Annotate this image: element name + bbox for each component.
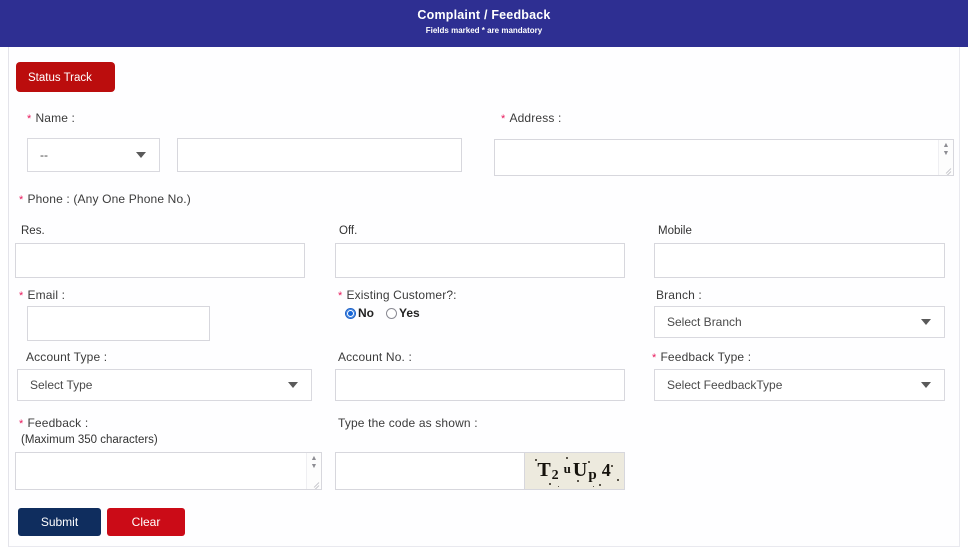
- address-label: * Address :: [501, 111, 561, 125]
- scroll-down-icon[interactable]: ▼: [311, 463, 318, 471]
- branch-label-text: Branch :: [656, 288, 702, 302]
- name-label-text: Name :: [35, 111, 76, 125]
- address-label-text: Address :: [509, 111, 562, 125]
- phone-res-label: Res.: [21, 225, 45, 237]
- feedback-type-select[interactable]: Select FeedbackType: [654, 369, 945, 401]
- name-title-select-value: --: [40, 148, 48, 162]
- feedback-textarea-wrap: ▲ ▼: [15, 452, 322, 490]
- name-label: * Name :: [27, 111, 75, 125]
- captcha-image: T2 uUp 4: [525, 452, 625, 490]
- phone-mobile-input[interactable]: [654, 243, 945, 278]
- account-type-select[interactable]: Select Type: [17, 369, 312, 401]
- scroll-up-icon[interactable]: ▲: [943, 142, 950, 150]
- feedback-label-text: Feedback :: [27, 416, 89, 430]
- chevron-down-icon: [921, 382, 931, 388]
- email-label: * Email :: [19, 288, 65, 302]
- branch-label: Branch :: [656, 288, 702, 302]
- phone-label-text: Phone : (Any One Phone No.): [27, 192, 191, 206]
- submit-button[interactable]: Submit: [18, 508, 101, 536]
- radio-yes-label: Yes: [399, 306, 420, 320]
- existing-customer-option-no[interactable]: No: [345, 306, 374, 320]
- required-asterisk-feedback-type: *: [652, 352, 657, 364]
- scroll-down-icon[interactable]: ▼: [943, 150, 950, 158]
- captcha-input[interactable]: [335, 452, 525, 490]
- status-track-button[interactable]: Status Track: [16, 62, 115, 92]
- required-asterisk-feedback: *: [19, 418, 24, 430]
- chevron-down-icon: [136, 152, 146, 158]
- required-asterisk-address: *: [501, 113, 506, 125]
- name-input[interactable]: [177, 138, 462, 172]
- feedback-resize-grip[interactable]: [307, 476, 320, 489]
- phone-res-input[interactable]: [15, 243, 305, 278]
- branch-select[interactable]: Select Branch: [654, 306, 945, 338]
- required-asterisk-name: *: [27, 113, 32, 125]
- account-no-input[interactable]: [335, 369, 625, 401]
- feedback-type-label-text: Feedback Type :: [660, 350, 752, 364]
- chevron-down-icon: [288, 382, 298, 388]
- feedback-type-select-value: Select FeedbackType: [667, 378, 783, 392]
- feedback-label: * Feedback :: [19, 416, 88, 430]
- radio-no-label: No: [358, 306, 374, 320]
- complaint-feedback-page: Complaint / Feedback Fields marked * are…: [0, 0, 968, 547]
- account-no-label: Account No. :: [338, 350, 412, 364]
- account-no-label-text: Account No. :: [338, 350, 412, 364]
- required-asterisk-existing-customer: *: [338, 290, 343, 302]
- existing-customer-option-yes[interactable]: Yes: [386, 306, 420, 320]
- feedback-hint: (Maximum 350 characters): [21, 434, 158, 446]
- page-header: Complaint / Feedback Fields marked * are…: [0, 0, 968, 47]
- captcha-char-4: U: [572, 458, 589, 481]
- name-title-select[interactable]: --: [27, 138, 160, 172]
- address-textarea-wrap: ▲ ▼: [494, 139, 954, 176]
- account-type-label: Account Type :: [26, 350, 107, 364]
- captcha-char-1: T: [537, 458, 552, 481]
- radio-yes-indicator[interactable]: [386, 307, 397, 319]
- scroll-up-icon[interactable]: ▲: [311, 455, 318, 463]
- address-textarea[interactable]: [494, 139, 954, 176]
- existing-customer-label: * Existing Customer?:: [338, 288, 457, 302]
- captcha-char-3: u: [563, 460, 572, 476]
- page-title: Complaint / Feedback: [417, 8, 551, 22]
- existing-customer-label-text: Existing Customer?:: [346, 288, 457, 302]
- clear-button[interactable]: Clear: [107, 508, 185, 536]
- required-asterisk-email: *: [19, 290, 24, 302]
- account-type-label-text: Account Type :: [26, 350, 108, 364]
- form-panel: Status Track * Name : -- * Address : ▲ ▼ *…: [8, 47, 960, 547]
- required-asterisk-phone: *: [19, 194, 24, 206]
- captcha-label: Type the code as shown :: [338, 416, 478, 430]
- account-type-select-value: Select Type: [30, 378, 93, 392]
- feedback-type-label: * Feedback Type :: [652, 350, 751, 364]
- email-label-text: Email :: [27, 288, 66, 302]
- radio-no-indicator[interactable]: [345, 307, 356, 319]
- chevron-down-icon: [921, 319, 931, 325]
- phone-off-label: Off.: [339, 225, 358, 237]
- captcha-char-5: p: [588, 466, 598, 483]
- address-resize-grip[interactable]: [939, 162, 952, 175]
- captcha-char-2: 2: [551, 467, 560, 483]
- phone-mobile-label: Mobile: [658, 225, 692, 237]
- feedback-textarea[interactable]: [15, 452, 322, 490]
- captcha-char-6: 4: [601, 459, 612, 480]
- branch-select-value: Select Branch: [667, 315, 742, 329]
- phone-off-input[interactable]: [335, 243, 625, 278]
- existing-customer-radio-group[interactable]: No Yes: [345, 306, 432, 320]
- phone-label: * Phone : (Any One Phone No.): [19, 192, 191, 206]
- email-input[interactable]: [27, 306, 210, 341]
- captcha-code-text: T2 uUp 4: [537, 459, 611, 484]
- mandatory-note: Fields marked * are mandatory: [425, 26, 543, 35]
